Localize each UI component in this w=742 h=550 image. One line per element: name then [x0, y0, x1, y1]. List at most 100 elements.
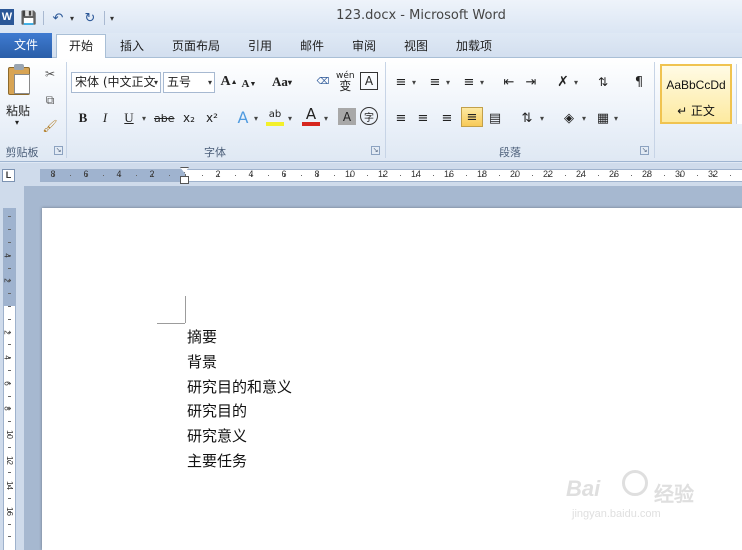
text-effects-button[interactable]: A	[234, 107, 252, 127]
bold-button[interactable]: B	[74, 108, 92, 128]
shading-button[interactable]: ◈	[560, 108, 578, 128]
ruler-tick	[729, 175, 731, 176]
sort-button[interactable]: ⇅	[594, 72, 612, 92]
ruler-label: 12	[4, 455, 14, 465]
clear-formatting-button[interactable]: ⌫	[314, 72, 332, 92]
ruler-label: 8	[50, 169, 56, 179]
paste-dropdown-icon[interactable]: ▾	[15, 118, 19, 127]
tab-addins[interactable]: 加载项	[446, 35, 502, 58]
enclose-characters-button[interactable]: 字	[360, 107, 378, 125]
borders-button[interactable]: ▦	[594, 108, 612, 128]
vertical-ruler[interactable]: 4 2 2 4 6 8 10 12 14 16	[3, 208, 16, 550]
character-shading-button[interactable]: A	[338, 108, 356, 125]
chevron-down-icon: ▾	[207, 78, 212, 87]
ruler-tick	[8, 395, 11, 397]
line-spacing-button[interactable]: ⇅	[518, 108, 536, 128]
paragraph-launcher-icon[interactable]: ↘	[640, 146, 649, 155]
doc-line[interactable]: 背景	[187, 351, 292, 376]
tab-references[interactable]: 引用	[238, 35, 282, 58]
font-launcher-icon[interactable]: ↘	[371, 146, 380, 155]
borders-dropdown-icon[interactable]: ▾	[614, 114, 618, 123]
align-right-button[interactable]: ≡	[438, 108, 456, 128]
ruler-label: 32	[707, 169, 719, 179]
ruler-label: 6	[281, 169, 287, 179]
phonetic-guide-button[interactable]: wén 变	[336, 72, 355, 93]
ruler-label: 14	[410, 169, 422, 179]
font-name-combo[interactable]: 宋体 (中文正文 ▾	[71, 72, 161, 93]
tab-selector-button[interactable]: L	[2, 169, 15, 182]
copy-icon[interactable]: ⧉	[42, 92, 58, 108]
bullets-dropdown-icon[interactable]: ▾	[412, 78, 416, 87]
font-color-dropdown-icon[interactable]: ▾	[324, 114, 328, 123]
font-group-label: 字体	[204, 146, 226, 159]
numbering-button[interactable]: ≡	[426, 72, 444, 92]
shading-dropdown-icon[interactable]: ▾	[582, 114, 586, 123]
tab-review[interactable]: 审阅	[342, 35, 386, 58]
tab-view[interactable]: 视图	[394, 35, 438, 58]
chinese-layout-button[interactable]: ✗	[554, 72, 572, 92]
underline-dropdown-icon[interactable]: ▾	[142, 114, 146, 123]
increase-indent-button[interactable]: ⇥	[522, 72, 540, 92]
ruler-tick	[8, 242, 11, 243]
doc-line[interactable]: 研究目的	[187, 400, 292, 425]
align-center-button[interactable]: ≡	[414, 108, 432, 128]
font-color-button[interactable]: A	[302, 105, 320, 126]
bullets-button[interactable]: ≡	[392, 72, 410, 92]
grow-font-button[interactable]: A ▲	[220, 72, 238, 92]
italic-button[interactable]: I	[96, 108, 114, 128]
highlight-dropdown-icon[interactable]: ▾	[288, 114, 292, 123]
line-spacing-dropdown-icon[interactable]: ▾	[540, 114, 544, 123]
tab-insert[interactable]: 插入	[110, 35, 154, 58]
ribbon-tabs: 文件 开始 插入 页面布局 引用 邮件 审阅 视图 加载项	[0, 33, 742, 59]
tab-home[interactable]: 开始	[56, 34, 106, 59]
multilevel-list-button[interactable]: ≡	[460, 72, 478, 92]
paste-label[interactable]: 粘贴	[6, 102, 30, 119]
doc-line[interactable]: 研究意义	[187, 425, 292, 450]
numbering-dropdown-icon[interactable]: ▾	[446, 78, 450, 87]
ruler-label: 2	[149, 169, 155, 179]
chinese-layout-dropdown-icon[interactable]: ▾	[574, 78, 578, 87]
doc-line[interactable]: 主要任务	[187, 450, 292, 475]
ruler-tick	[8, 229, 11, 231]
paste-button[interactable]	[4, 64, 34, 98]
crop-mark	[185, 296, 186, 323]
underline-button[interactable]: U	[120, 108, 138, 128]
font-size-combo[interactable]: 五号 ▾	[163, 72, 215, 93]
horizontal-ruler-area: L 8 6 4 2 2 4 6 8 10 12 14 16 18 20 22 24 26 28 30 32	[0, 163, 742, 186]
tab-file[interactable]: 文件	[0, 33, 52, 58]
ruler-label: 4	[248, 169, 254, 179]
cut-icon[interactable]: ✂	[42, 66, 58, 82]
character-border-button[interactable]: A	[360, 72, 378, 90]
format-painter-icon[interactable]: 🖌	[42, 118, 58, 134]
show-marks-button[interactable]: ¶	[630, 72, 648, 92]
style-gallery-next[interactable]	[736, 64, 742, 124]
align-left-button[interactable]: ≡	[392, 108, 410, 128]
highlight-button[interactable]: ab	[266, 106, 284, 126]
shrink-font-button[interactable]: A ▼	[240, 74, 258, 94]
subscript-button[interactable]: x₂	[180, 108, 198, 128]
decrease-indent-button[interactable]: ⇤	[500, 72, 518, 92]
tab-page-layout[interactable]: 页面布局	[162, 35, 230, 58]
ruler-label: 24	[575, 169, 587, 179]
change-case-button[interactable]: Aa ▾	[272, 72, 292, 92]
ruler-tick	[8, 523, 11, 525]
horizontal-ruler[interactable]: 8 6 4 2 2 4 6 8 10 12 14 16 18 20 22 24 26 28 30 32	[40, 169, 742, 182]
ruler-tick	[8, 318, 11, 320]
strikethrough-button[interactable]: abe	[154, 108, 175, 128]
font-size-value: 五号	[167, 75, 192, 89]
multilevel-dropdown-icon[interactable]: ▾	[480, 78, 484, 87]
superscript-button[interactable]: x²	[203, 108, 221, 128]
distributed-button[interactable]: ▤	[486, 108, 504, 128]
text-effects-dropdown-icon[interactable]: ▾	[254, 114, 258, 123]
indent-marker[interactable]	[180, 167, 189, 187]
clipboard-launcher-icon[interactable]: ↘	[54, 146, 63, 155]
style-normal[interactable]: AaBbCcDd ↵ 正文	[660, 64, 732, 124]
document-body[interactable]: 摘要 背景 研究目的和意义 研究目的 研究意义 主要任务	[187, 326, 292, 475]
tab-mailings[interactable]: 邮件	[290, 35, 334, 58]
justify-button[interactable]: ≡	[461, 107, 483, 127]
doc-line[interactable]: 摘要	[187, 326, 292, 351]
baidu-watermark: Bai 经验 jingyan.baidu.com	[566, 468, 726, 528]
ruler-tick	[432, 175, 434, 176]
ruler-tick	[597, 175, 599, 176]
doc-line[interactable]: 研究目的和意义	[187, 376, 292, 401]
